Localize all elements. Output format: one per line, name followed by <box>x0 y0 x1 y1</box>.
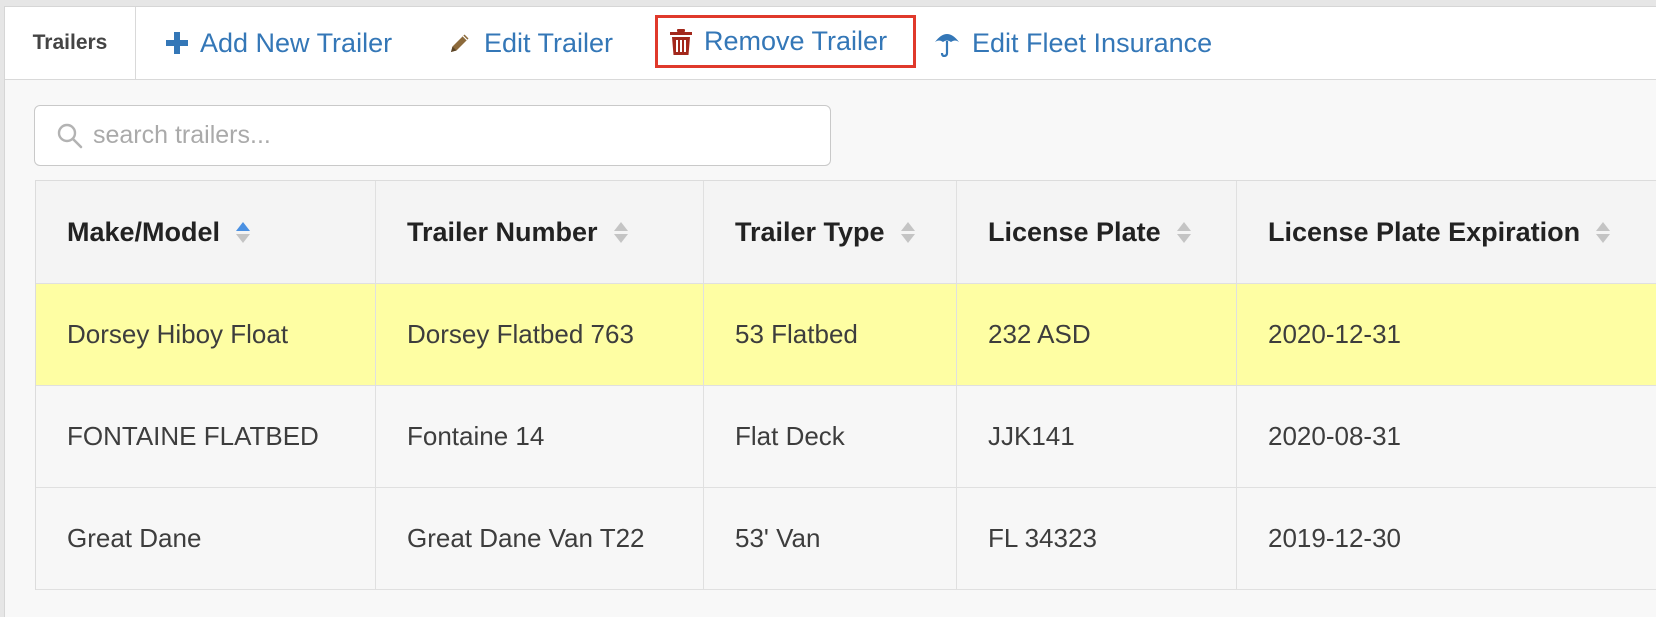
table-header-row: Make/Model Trailer Number Trailer Type L… <box>36 181 1656 284</box>
pencil-icon <box>448 31 472 55</box>
table-cell: Flat Deck <box>704 386 957 487</box>
edit-trailer-label: Edit Trailer <box>484 27 614 58</box>
column-header-license-plate-expiration[interactable]: License Plate Expiration <box>1237 181 1656 283</box>
table-cell: FL 34323 <box>957 488 1237 589</box>
trash-icon <box>670 28 692 55</box>
column-header-label: License Plate Expiration <box>1268 216 1581 247</box>
edit-trailer-button[interactable]: Edit Trailer <box>448 7 613 79</box>
table-row[interactable]: Great Dane Great Dane Van T22 53' Van FL… <box>36 488 1656 590</box>
add-new-trailer-button[interactable]: Add New Trailer <box>166 7 392 79</box>
table-cell: JJK141 <box>957 386 1237 487</box>
remove-trailer-label: Remove Trailer <box>704 26 888 56</box>
table-cell: 232 ASD <box>957 284 1237 385</box>
plus-icon <box>166 32 188 54</box>
table-cell: Great Dane <box>36 488 376 589</box>
column-header-label: Make/Model <box>67 216 221 247</box>
edit-fleet-insurance-label: Edit Fleet Insurance <box>972 27 1213 58</box>
column-header-trailer-type[interactable]: Trailer Type <box>704 181 957 283</box>
sort-icon[interactable] <box>613 221 628 243</box>
table-cell: Dorsey Hiboy Float <box>36 284 376 385</box>
toolbar: Trailers Add New Trailer Edit Trailer Re… <box>5 7 1656 80</box>
sort-icon[interactable] <box>236 221 251 243</box>
sort-icon[interactable] <box>1176 221 1191 243</box>
table-cell: Fontaine 14 <box>376 386 704 487</box>
remove-trailer-button[interactable]: Remove Trailer <box>655 15 917 68</box>
table-cell: Dorsey Flatbed 763 <box>376 284 704 385</box>
column-header-trailer-number[interactable]: Trailer Number <box>376 181 704 283</box>
table-cell: 2020-08-31 <box>1268 421 1401 451</box>
search-icon <box>57 123 83 149</box>
trailers-panel: Trailers Add New Trailer Edit Trailer Re… <box>4 6 1656 617</box>
column-header-label: Trailer Number <box>407 216 598 247</box>
column-header-label: License Plate <box>988 216 1161 247</box>
column-header-make-model[interactable]: Make/Model <box>36 181 376 283</box>
table-cell: Great Dane Van T22 <box>376 488 704 589</box>
table-cell: FONTAINE FLATBED <box>36 386 376 487</box>
trailers-table: Make/Model Trailer Number Trailer Type L… <box>35 180 1656 590</box>
sort-icon[interactable] <box>1596 221 1611 243</box>
table-cell: 2019-12-30 <box>1268 523 1401 553</box>
edit-fleet-insurance-button[interactable]: Edit Fleet Insurance <box>934 7 1212 79</box>
column-header-label: Trailer Type <box>735 216 885 247</box>
umbrella-icon <box>934 29 960 57</box>
column-header-license-plate[interactable]: License Plate <box>957 181 1237 283</box>
table-cell: 53' Van <box>704 488 957 589</box>
table-row[interactable]: Dorsey Hiboy Float Dorsey Flatbed 763 53… <box>36 284 1656 386</box>
table-row[interactable]: FONTAINE FLATBED Fontaine 14 Flat Deck J… <box>36 386 1656 488</box>
table-cell: 2020-12-31 <box>1268 319 1401 349</box>
toolbar-title: Trailers <box>5 7 136 79</box>
add-new-trailer-label: Add New Trailer <box>200 27 393 58</box>
table-cell: 53 Flatbed <box>704 284 957 385</box>
sort-icon[interactable] <box>900 221 915 243</box>
search-input[interactable] <box>93 121 773 150</box>
search-box[interactable] <box>34 105 831 166</box>
